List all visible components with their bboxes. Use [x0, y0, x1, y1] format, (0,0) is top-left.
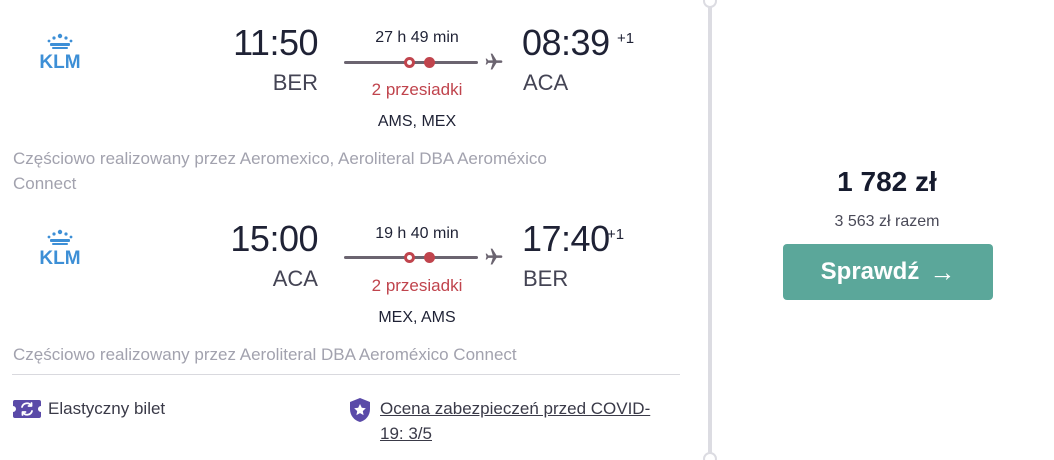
- arrival-time: 17:40: [522, 218, 610, 259]
- price-panel: 1 782 zł 3 563 zł razem Sprawdź →: [720, 0, 1054, 460]
- price-per-person: 1 782 zł: [837, 166, 937, 197]
- scroll-track[interactable]: [708, 6, 712, 460]
- scrollbar[interactable]: [703, 0, 717, 460]
- route-line: [344, 57, 478, 68]
- stops-count: 2 przesiadki: [371, 80, 463, 99]
- divider: [12, 374, 680, 375]
- stop-dot: [424, 252, 435, 263]
- stop-separator: [407, 255, 412, 260]
- layover-airports: AMS, MEX: [377, 113, 457, 130]
- klm-logo: KLM: [28, 32, 92, 72]
- flexible-ticket-icon: [12, 396, 42, 422]
- departure-time: 11:50: [233, 22, 318, 63]
- flight-duration: 19 h 40 min: [375, 225, 459, 242]
- outbound-leg[interactable]: KLM 11:50 BER 27 h 49 min 2 przesiadki A…: [0, 0, 690, 140]
- flexible-ticket-label: Elastyczny bilet: [48, 399, 166, 418]
- plane-icon: [484, 52, 504, 72]
- flight-duration: 27 h 49 min: [375, 29, 459, 46]
- svg-text:KLM: KLM: [39, 248, 80, 268]
- check-button-label: Sprawdź: [820, 258, 920, 285]
- covid-rating-link[interactable]: Ocena zabezpieczeń przed COVID- 19: 3/5: [380, 396, 650, 446]
- route-line: [344, 252, 478, 263]
- covid-rating-feature[interactable]: Ocena zabezpieczeń przed COVID- 19: 3/5: [346, 396, 650, 446]
- next-day-indicator: +1: [617, 30, 635, 47]
- stops-count: 2 przesiadki: [371, 276, 463, 295]
- price-total: 3 563 zł razem: [834, 213, 940, 230]
- departure-airport: ACA: [272, 266, 318, 291]
- stop-separator: [407, 60, 412, 65]
- svg-text:KLM: KLM: [39, 52, 80, 72]
- scroll-handle-bottom[interactable]: [703, 452, 717, 460]
- next-day-indicator: +1: [607, 226, 625, 243]
- arrival-time: 08:39: [522, 22, 610, 63]
- arrow-right-icon: →: [929, 256, 956, 287]
- itinerary-panel: KLM 11:50 BER 27 h 49 min 2 przesiadki A…: [0, 0, 700, 460]
- shield-star-icon: [346, 396, 374, 422]
- departure-time: 15:00: [230, 218, 318, 259]
- scroll-handle-top[interactable]: [703, 0, 717, 8]
- operated-by-inbound: Częściowo realizowany przez Aeroliteral …: [13, 345, 517, 364]
- klm-logo: KLM: [28, 228, 92, 268]
- plane-icon: [484, 247, 504, 267]
- check-button[interactable]: Sprawdź →: [783, 244, 993, 300]
- departure-airport: BER: [272, 70, 318, 95]
- stop-dot: [424, 57, 435, 68]
- inbound-leg[interactable]: KLM 15:00 ACA 19 h 40 min 2 przesiadki M…: [0, 196, 690, 336]
- layover-airports: MEX, AMS: [378, 309, 456, 326]
- arrival-airport: BER: [523, 266, 569, 291]
- flexible-ticket-feature: Elastyczny bilet: [12, 396, 165, 422]
- operated-by-outbound: Częściowo realizowany przez Aeromexico, …: [13, 149, 547, 193]
- arrival-airport: ACA: [523, 70, 569, 95]
